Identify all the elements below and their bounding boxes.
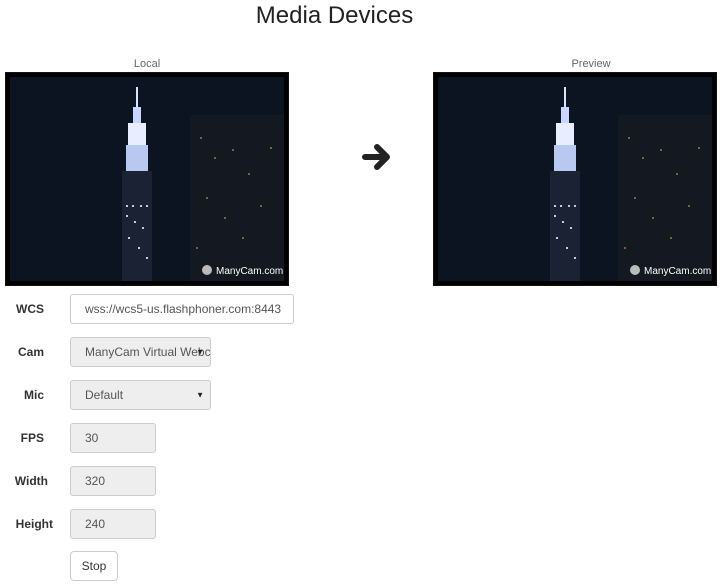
local-video: ManyCam.com bbox=[5, 72, 289, 286]
preview-video: ManyCam.com bbox=[433, 72, 717, 286]
page: Media Devices Local ManyCam.com Preview … bbox=[0, 0, 720, 585]
chevron-down-icon: ▼ bbox=[196, 390, 204, 400]
height-value: 240 bbox=[85, 517, 106, 531]
width-input[interactable]: 320 bbox=[70, 466, 156, 496]
arrow-right-icon bbox=[361, 140, 393, 174]
chevron-down-icon: ▼ bbox=[196, 347, 204, 357]
preview-video-label: Preview bbox=[571, 58, 611, 70]
city-night-scene: ManyCam.com bbox=[10, 77, 284, 281]
fps-label: FPS bbox=[20, 431, 44, 445]
wcs-url-value: wss://wcs5-us.flashphoner.com:8443 bbox=[85, 302, 282, 316]
local-video-frame: ManyCam.com bbox=[10, 77, 284, 281]
fps-input[interactable]: 30 bbox=[70, 423, 156, 453]
fps-value: 30 bbox=[85, 431, 99, 445]
city-night-scene-preview: ManyCam.com bbox=[438, 77, 712, 281]
width-label: Width bbox=[14, 474, 48, 488]
cam-select[interactable]: ManyCam Virtual Webcam ▼ bbox=[70, 337, 211, 367]
wcs-url-input[interactable]: wss://wcs5-us.flashphoner.com:8443 bbox=[70, 294, 294, 324]
height-label: Height bbox=[15, 517, 53, 531]
local-watermark: ManyCam.com bbox=[216, 266, 283, 277]
preview-video-frame: ManyCam.com bbox=[438, 77, 712, 281]
height-input[interactable]: 240 bbox=[70, 509, 156, 539]
page-title: Media Devices bbox=[255, 2, 414, 29]
wcs-label: WCS bbox=[16, 302, 44, 316]
mic-select[interactable]: Default ▼ bbox=[70, 380, 211, 410]
mic-label: Mic bbox=[23, 388, 44, 402]
mic-select-value: Default bbox=[85, 388, 124, 402]
local-video-label: Local bbox=[133, 58, 161, 70]
cam-label: Cam bbox=[17, 345, 44, 359]
width-value: 320 bbox=[85, 474, 106, 488]
cam-select-value: ManyCam Virtual Webcam bbox=[85, 345, 211, 359]
stop-button[interactable]: Stop bbox=[70, 551, 118, 581]
preview-watermark: ManyCam.com bbox=[644, 266, 711, 277]
